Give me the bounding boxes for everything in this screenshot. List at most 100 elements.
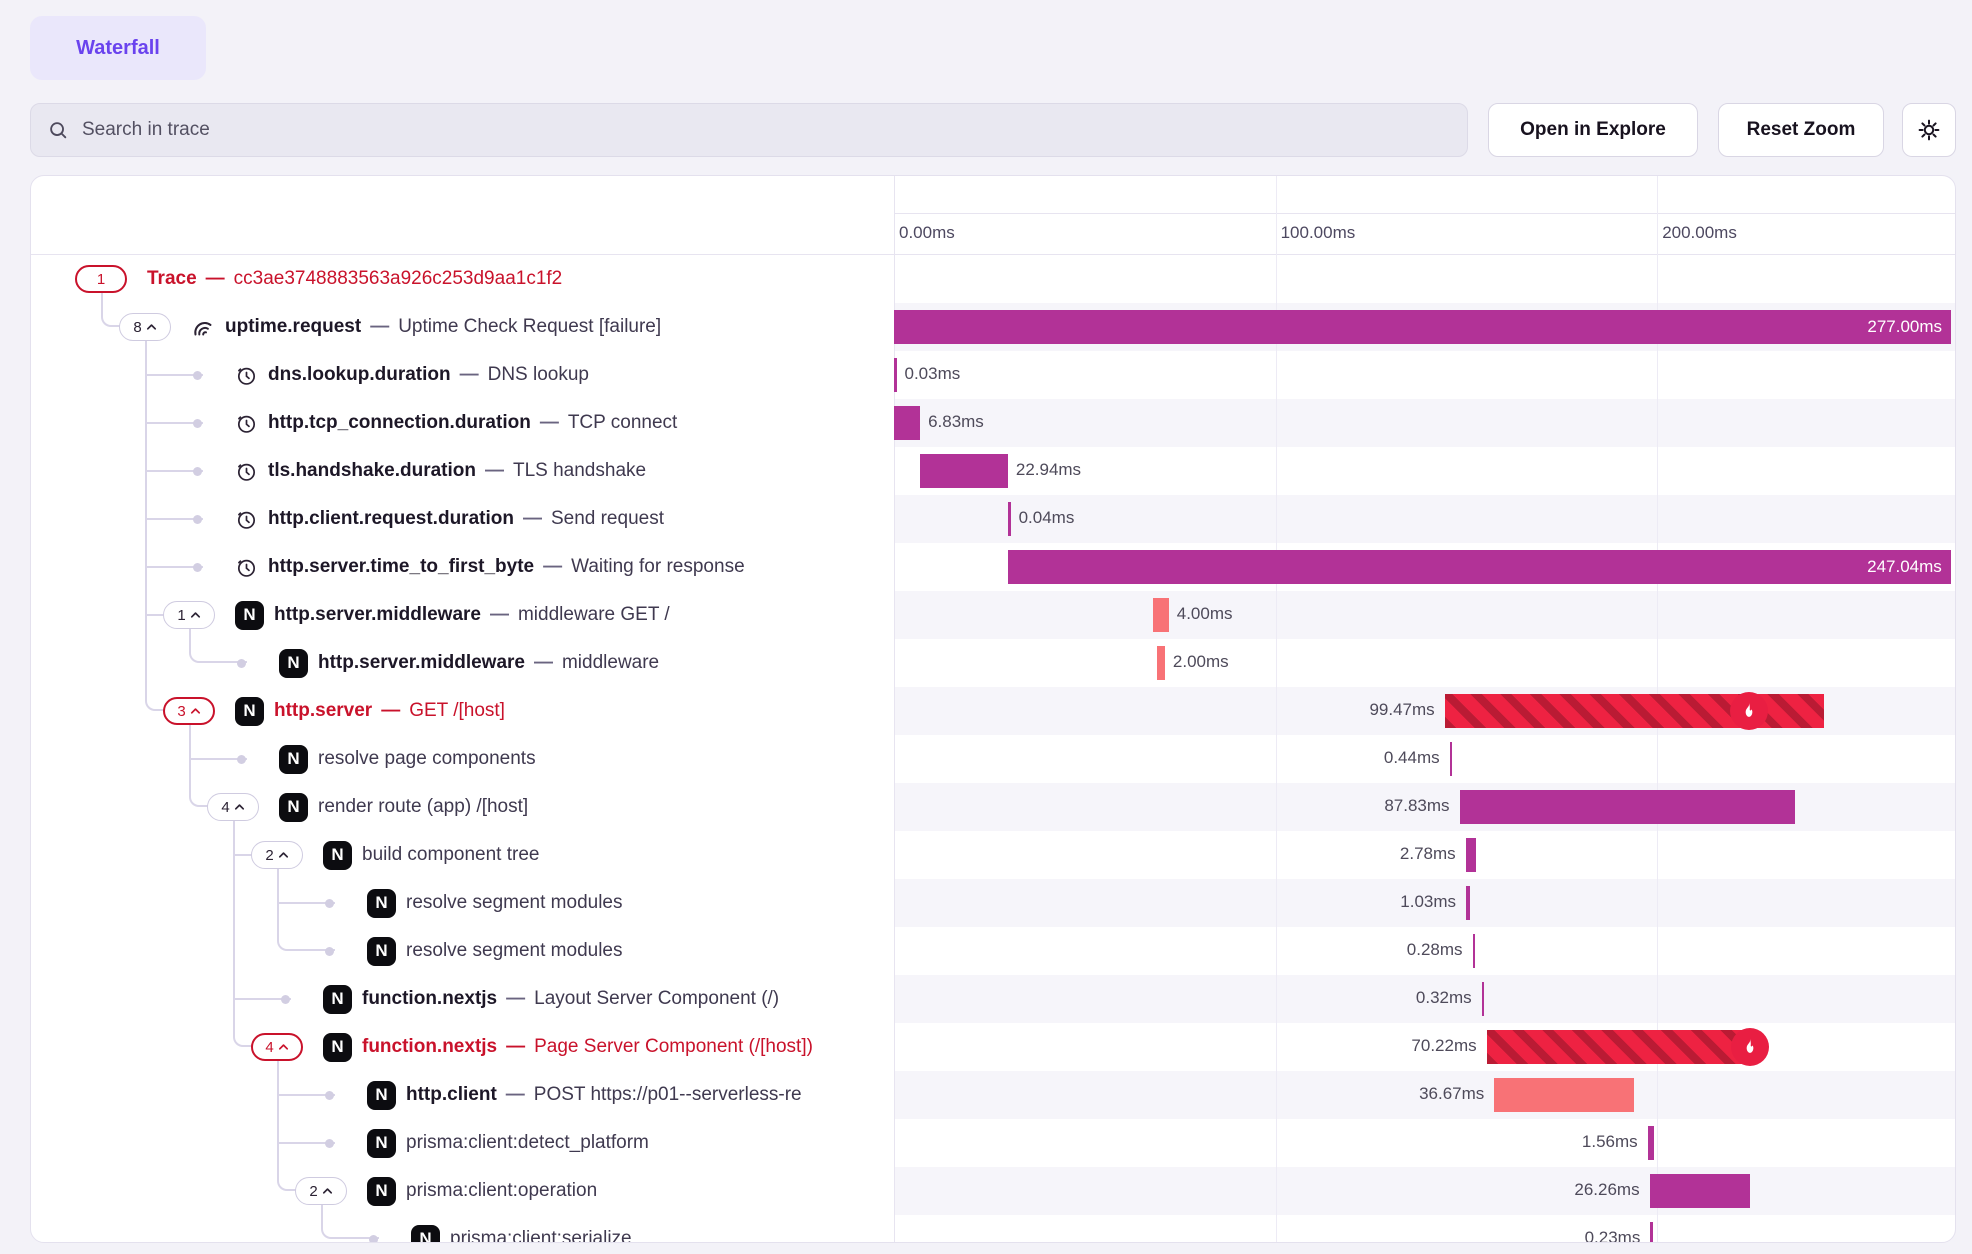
span-op-name: uptime.request [225, 316, 361, 338]
tree-elbow-line [101, 303, 121, 327]
row-waterfall-cell: 6.83ms [894, 399, 1955, 447]
span-duration: 0.03ms [905, 364, 961, 384]
fire-icon [1739, 701, 1759, 721]
sentry-icon [191, 315, 215, 339]
span-duration: 0.28ms [1407, 940, 1463, 960]
tree-elbow-line [145, 687, 165, 711]
trace-row[interactable]: Nprisma:client:detect_platform1.56ms [31, 1119, 1955, 1167]
span-op-name: http.client.request.duration [268, 508, 514, 530]
chevron-up-icon [190, 707, 201, 715]
span-bar[interactable] [1460, 790, 1795, 824]
span-bar[interactable] [1650, 1222, 1653, 1243]
span-bar[interactable] [1473, 934, 1476, 968]
span-bar[interactable] [894, 406, 920, 440]
trace-row[interactable]: http.client.request.duration—Send reques… [31, 495, 1955, 543]
op-description-separator: — [543, 556, 562, 578]
trace-rows: 1Trace—cc3ae3748883563a926c253d9aa1c1f2 8… [31, 255, 1955, 1243]
trace-row[interactable]: Nprisma:client:serialize0.23ms [31, 1215, 1955, 1243]
trace-row[interactable]: http.tcp_connection.duration—TCP connect… [31, 399, 1955, 447]
span-description: GET /[host] [409, 700, 505, 722]
trace-row[interactable]: 1Trace—cc3ae3748883563a926c253d9aa1c1f2 [31, 255, 1955, 303]
row-tree-cell: 2Nprisma:client:operation [31, 1167, 894, 1215]
span-duration: 247.04ms [1867, 557, 1951, 577]
tab-waterfall[interactable]: Waterfall [30, 16, 206, 80]
span-bar[interactable] [1466, 886, 1470, 920]
search-input[interactable] [80, 118, 1451, 142]
tree-bullet-icon [325, 899, 334, 908]
trace-row[interactable]: 2Nprisma:client:operation26.26ms [31, 1167, 1955, 1215]
row-tree-cell: Nresolve page components [31, 735, 894, 783]
trace-row[interactable]: 4Nfunction.nextjs—Page Server Component … [31, 1023, 1955, 1071]
span-bar[interactable] [1487, 1030, 1755, 1064]
span-bar[interactable] [894, 358, 897, 392]
reset-zoom-button[interactable]: Reset Zoom [1718, 103, 1884, 157]
settings-button[interactable] [1902, 103, 1956, 157]
row-tree-cell: 8uptime.request—Uptime Check Request [fa… [31, 303, 894, 351]
trace-row[interactable]: 3Nhttp.server—GET /[host]99.47ms [31, 687, 1955, 735]
tree-bullet-icon [281, 995, 290, 1004]
trace-row[interactable]: Nfunction.nextjs—Layout Server Component… [31, 975, 1955, 1023]
trace-row[interactable]: Nresolve page components0.44ms [31, 735, 1955, 783]
span-duration: 70.22ms [1411, 1036, 1476, 1056]
row-tree-cell: Nhttp.client—POST https://p01--serverles… [31, 1071, 894, 1119]
span-bar[interactable]: 247.04ms [1008, 550, 1951, 584]
trace-row[interactable]: 2Nbuild component tree2.78ms [31, 831, 1955, 879]
trace-row[interactable]: 1Nhttp.server.middleware—middleware GET … [31, 591, 1955, 639]
span-bar[interactable] [1153, 598, 1168, 632]
span-description: Waiting for response [571, 556, 745, 578]
trace-row[interactable]: Nhttp.server.middleware—middleware2.00ms [31, 639, 1955, 687]
expand-collapse-badge[interactable]: 1 [163, 601, 215, 629]
op-description-separator: — [506, 1036, 525, 1058]
trace-row[interactable]: Nhttp.client—POST https://p01--serverles… [31, 1071, 1955, 1119]
expand-collapse-badge[interactable]: 3 [163, 697, 215, 725]
profile-flame-icon[interactable] [1731, 1028, 1769, 1066]
span-bar[interactable] [1157, 646, 1165, 680]
expand-collapse-badge[interactable]: 1 [75, 265, 127, 293]
expand-collapse-badge[interactable]: 8 [119, 313, 171, 341]
span-bar[interactable]: 277.00ms [894, 310, 1951, 344]
expand-collapse-badge[interactable]: 4 [251, 1033, 303, 1061]
span-duration: 87.83ms [1384, 796, 1449, 816]
row-waterfall-cell: 2.78ms [894, 831, 1955, 879]
trace-row[interactable]: 4Nrender route (app) /[host]87.83ms [31, 783, 1955, 831]
nextjs-icon: N [235, 601, 264, 630]
span-bar[interactable] [920, 454, 1008, 488]
open-in-explore-button[interactable]: Open in Explore [1488, 103, 1698, 157]
span-bar[interactable] [1650, 1174, 1750, 1208]
row-waterfall-cell: 4.00ms [894, 591, 1955, 639]
row-tree-cell: http.client.request.duration—Send reques… [31, 495, 894, 543]
search-icon [47, 119, 69, 141]
trace-row[interactable]: 8uptime.request—Uptime Check Request [fa… [31, 303, 1955, 351]
trace-row[interactable]: tls.handshake.duration—TLS handshake22.9… [31, 447, 1955, 495]
profile-flame-icon[interactable] [1730, 692, 1768, 730]
expand-collapse-badge[interactable]: 4 [207, 793, 259, 821]
span-description: Page Server Component (/[host]) [534, 1036, 813, 1058]
span-bar[interactable] [1008, 502, 1011, 536]
nextjs-icon: N [323, 1033, 352, 1062]
span-bar[interactable] [1494, 1078, 1634, 1112]
clock-icon [235, 364, 258, 387]
trace-row[interactable]: dns.lookup.duration—DNS lookup0.03ms [31, 351, 1955, 399]
span-bar[interactable] [1450, 742, 1453, 776]
tree-bullet-icon [193, 467, 202, 476]
row-tree-cell: 1Trace—cc3ae3748883563a926c253d9aa1c1f2 [31, 255, 894, 303]
op-description-separator: — [540, 412, 559, 434]
span-bar[interactable] [1445, 694, 1825, 728]
nextjs-icon: N [367, 1177, 396, 1206]
span-bar[interactable] [1482, 982, 1485, 1016]
expand-collapse-badge[interactable]: 2 [295, 1177, 347, 1205]
tree-bullet-icon [193, 371, 202, 380]
trace-row[interactable]: http.server.time_to_first_byte—Waiting f… [31, 543, 1955, 591]
span-bar[interactable] [1648, 1126, 1654, 1160]
nextjs-icon: N [323, 841, 352, 870]
span-description: resolve page components [318, 748, 536, 770]
chevron-up-icon [278, 851, 289, 859]
tree-drop-line [277, 1060, 279, 1071]
row-tree-cell: Nprisma:client:serialize [31, 1215, 894, 1243]
trace-row[interactable]: Nresolve segment modules0.28ms [31, 927, 1955, 975]
row-waterfall-cell: 99.47ms [894, 687, 1955, 735]
expand-collapse-badge[interactable]: 2 [251, 841, 303, 869]
tree-bullet-icon [193, 563, 202, 572]
trace-row[interactable]: Nresolve segment modules1.03ms [31, 879, 1955, 927]
span-bar[interactable] [1466, 838, 1477, 872]
